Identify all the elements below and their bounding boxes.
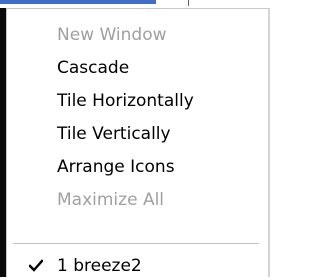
checkmark-icon [29, 259, 43, 272]
menubar-divider [188, 0, 189, 6]
menu-item-label: Tile Vertically [57, 124, 171, 144]
menu-item-maximize-all[interactable]: Maximize All [7, 186, 257, 214]
window-menu-dropdown: New Window Cascade Tile Horizontally Til… [6, 8, 268, 277]
menu-item-new-window[interactable]: New Window [7, 21, 257, 49]
menu-item-label: Cascade [57, 58, 130, 78]
menu-item-label: 1 breeze2 [57, 256, 142, 276]
menu-item-cascade[interactable]: Cascade [7, 54, 257, 82]
menu-item-tile-horizontally[interactable]: Tile Horizontally [7, 87, 257, 115]
active-menu-highlight [0, 0, 156, 4]
menu-item-window-breeze2[interactable]: 1 breeze2 [7, 252, 257, 280]
menubar-strip [0, 0, 270, 8]
menu-item-label: Maximize All [57, 190, 165, 210]
menu-separator [13, 243, 259, 244]
menu-item-arrange-icons[interactable]: Arrange Icons [7, 153, 257, 181]
menu-shadow-edge [268, 8, 270, 277]
menu-item-label: Tile Horizontally [57, 91, 194, 111]
menu-item-label: New Window [57, 25, 167, 45]
menu-item-tile-vertically[interactable]: Tile Vertically [7, 120, 257, 148]
menu-item-label: Arrange Icons [57, 157, 175, 177]
